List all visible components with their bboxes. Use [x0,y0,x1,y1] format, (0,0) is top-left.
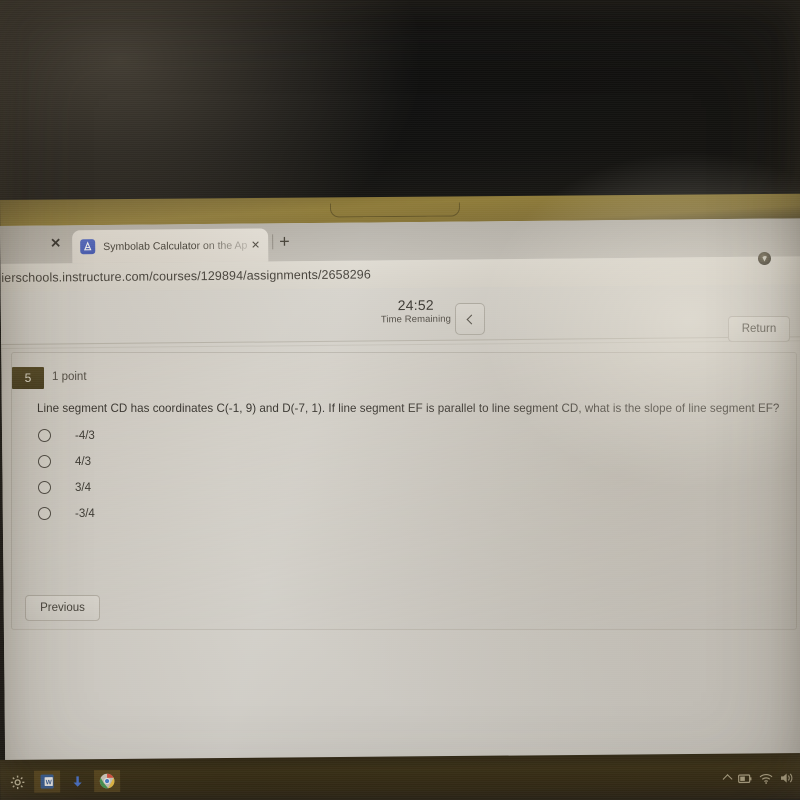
previous-button[interactable]: Previous [25,595,100,621]
chevron-left-icon [466,314,477,324]
radio-button-icon[interactable] [38,429,51,442]
url-text: lierschools.instructure.com/courses/1298… [0,267,371,286]
dark-background-above-laptop [0,0,800,208]
question-points: 1 point [52,371,87,383]
radio-button-icon[interactable] [38,455,51,468]
wifi-icon[interactable] [759,773,773,784]
question-text: Line segment CD has coordinates C(-1, 9)… [37,402,780,415]
quiz-header-bar: 24:52 Time Remaining [0,284,800,344]
answer-option[interactable]: -4/3 [38,423,95,448]
chevron-up-icon[interactable] [722,773,733,784]
timer-collapse-button[interactable] [455,303,485,335]
time-remaining-block: 24:52 Time Remaining [379,297,453,327]
new-tab-button[interactable]: + [279,231,290,251]
profile-avatar-icon[interactable] [758,252,771,265]
answer-option-label: 3/4 [75,481,91,494]
answer-option-label: -4/3 [75,429,95,442]
answer-option[interactable]: -3/4 [38,501,95,526]
return-button-label: Return [741,323,777,335]
download-arrow-icon[interactable] [64,770,90,792]
answer-option[interactable]: 4/3 [38,449,95,474]
browser-tab-title: Symbolab Calculator on the App [103,239,248,253]
volume-icon[interactable] [780,772,794,784]
radio-button-icon[interactable] [38,481,51,494]
word-document-icon[interactable]: W [34,770,61,793]
settings-gear-icon[interactable] [4,771,30,793]
laptop-webcam-notch [329,202,461,218]
answer-option[interactable]: 3/4 [38,475,95,500]
previous-button-label: Previous [40,602,85,614]
time-remaining-value: 24:52 [397,296,434,314]
radio-button-icon[interactable] [38,507,51,520]
answer-options-list: -4/3 4/3 3/4 -3/4 [38,423,95,527]
photo-of-laptop-screen: ✕ Symbolab Calculator on the App ✕ + lie… [0,0,800,800]
question-number-badge: 5 [12,367,44,389]
system-tray [722,772,794,785]
tab-divider [272,234,274,250]
question-card: 5 1 point Line segment CD has coordinate… [11,352,797,630]
app-store-icon [80,239,96,255]
answer-option-label: -3/4 [75,507,95,520]
question-number: 5 [24,371,32,385]
window-close-icon[interactable]: ✕ [50,235,61,250]
time-remaining-label: Time Remaining [380,313,452,326]
svg-text:W: W [46,779,53,786]
battery-icon[interactable] [738,773,752,784]
return-button[interactable]: Return [728,316,790,342]
chrome-browser-icon[interactable] [94,769,121,793]
browser-tab[interactable]: Symbolab Calculator on the App ✕ [72,228,269,264]
answer-option-label: 4/3 [75,455,91,468]
tab-close-icon[interactable]: ✕ [251,239,260,252]
